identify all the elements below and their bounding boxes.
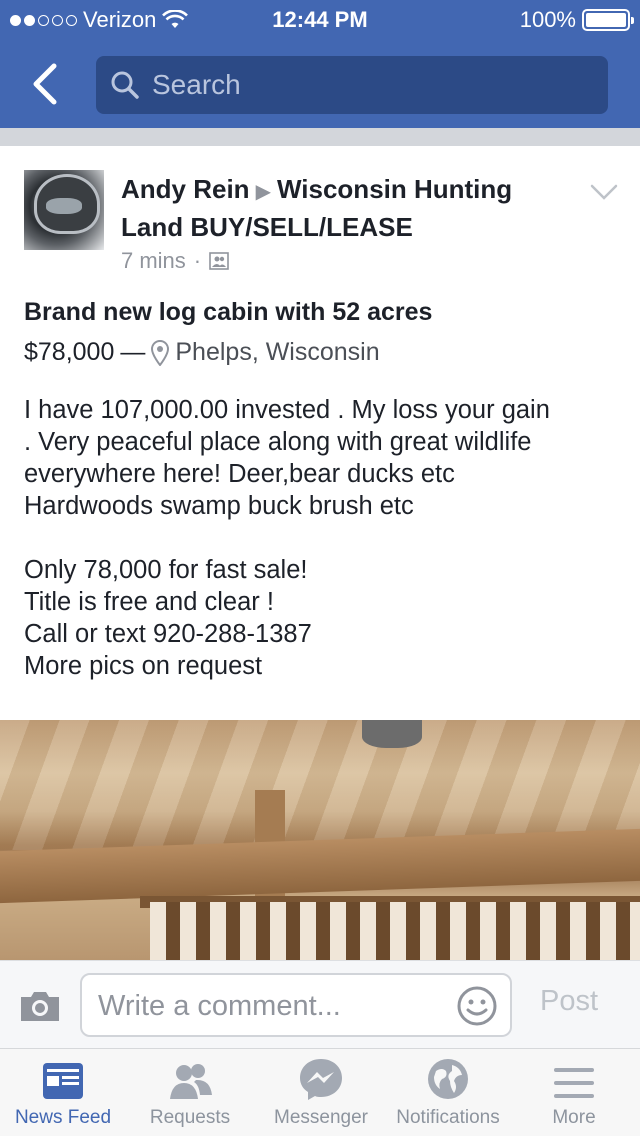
tab-more[interactable]: More	[514, 1049, 634, 1136]
body-line: . Very peaceful place along with great w…	[24, 428, 532, 456]
location-pin-icon	[151, 339, 170, 366]
comment-field[interactable]	[80, 973, 512, 1037]
listing-price-location: $78,000 — Phelps, Wisconsin	[24, 338, 380, 367]
price-separator: —	[120, 338, 146, 366]
bottom-tab-bar: News Feed Requests Messenger Notificatio…	[0, 1048, 640, 1136]
back-button[interactable]	[22, 58, 66, 110]
search-input[interactable]	[152, 69, 592, 101]
post-timestamp[interactable]: 7 mins	[121, 248, 186, 274]
notifications-icon	[428, 1059, 468, 1099]
camera-button[interactable]	[18, 989, 62, 1023]
search-icon	[111, 71, 139, 99]
news-feed-icon	[43, 1063, 83, 1099]
battery-icon	[582, 9, 634, 31]
tab-requests[interactable]: Requests	[128, 1049, 252, 1136]
requests-icon	[170, 1064, 212, 1099]
author-avatar[interactable]	[24, 170, 104, 250]
messenger-icon	[300, 1059, 342, 1100]
body-line: Only 78,000 for fast sale!	[24, 556, 308, 584]
group-audience-icon	[209, 252, 229, 270]
top-navigation-bar: Verizon 12:44 PM 100%	[0, 0, 640, 128]
tab-label: Requests	[149, 1107, 231, 1128]
search-bar[interactable]	[96, 56, 608, 114]
body-line: More pics on request	[24, 652, 263, 680]
listing-location[interactable]: Phelps, Wisconsin	[175, 338, 379, 367]
more-icon	[554, 1068, 594, 1098]
feed-divider	[0, 128, 640, 146]
back-arrow-icon	[33, 63, 57, 105]
author-name[interactable]: Andy Rein	[121, 174, 250, 204]
smiley-icon	[457, 986, 497, 1026]
post-header: Andy Rein ▶ Wisconsin Hunting Land BUY/SEL…	[121, 172, 571, 245]
body-line: everywhere here! Deer,bear ducks etc	[24, 460, 455, 488]
comment-composer: Post	[0, 960, 640, 1048]
post-comment-button[interactable]: Post	[540, 985, 598, 1018]
body-line: I have 107,000.00 invested . My loss you…	[24, 396, 550, 424]
body-line: Call or text 920-288-1387	[24, 620, 312, 648]
tab-label: News Feed	[14, 1107, 112, 1128]
body-line: Hardwoods swamp buck brush etc	[24, 492, 414, 520]
arrow-right-icon: ▶	[255, 181, 271, 203]
body-line: Title is free and clear !	[24, 588, 274, 616]
post-body: I have 107,000.00 invested . My loss you…	[24, 394, 624, 682]
camera-icon	[21, 992, 59, 1021]
post-meta: 7 mins ·	[121, 248, 229, 274]
listing-title: Brand new log cabin with 52 acres	[24, 298, 433, 326]
tab-notifications[interactable]: Notifications	[386, 1049, 510, 1136]
battery-status: 100%	[519, 7, 634, 33]
post-options-button[interactable]	[588, 180, 620, 204]
sticker-button[interactable]	[456, 985, 498, 1027]
tab-label: Notifications	[396, 1107, 500, 1128]
tab-label: Messenger	[274, 1107, 368, 1128]
status-bar: Verizon 12:44 PM 100%	[0, 0, 640, 40]
chevron-down-icon	[590, 184, 618, 200]
post-photo[interactable]	[0, 720, 640, 960]
tab-news-feed[interactable]: News Feed	[0, 1049, 126, 1136]
meta-separator: ·	[193, 248, 202, 273]
tab-label: More	[552, 1107, 596, 1128]
listing-price: $78,000	[24, 338, 115, 366]
tab-messenger[interactable]: Messenger	[254, 1049, 388, 1136]
battery-percent: 100%	[519, 7, 576, 32]
comment-input[interactable]	[98, 985, 438, 1027]
